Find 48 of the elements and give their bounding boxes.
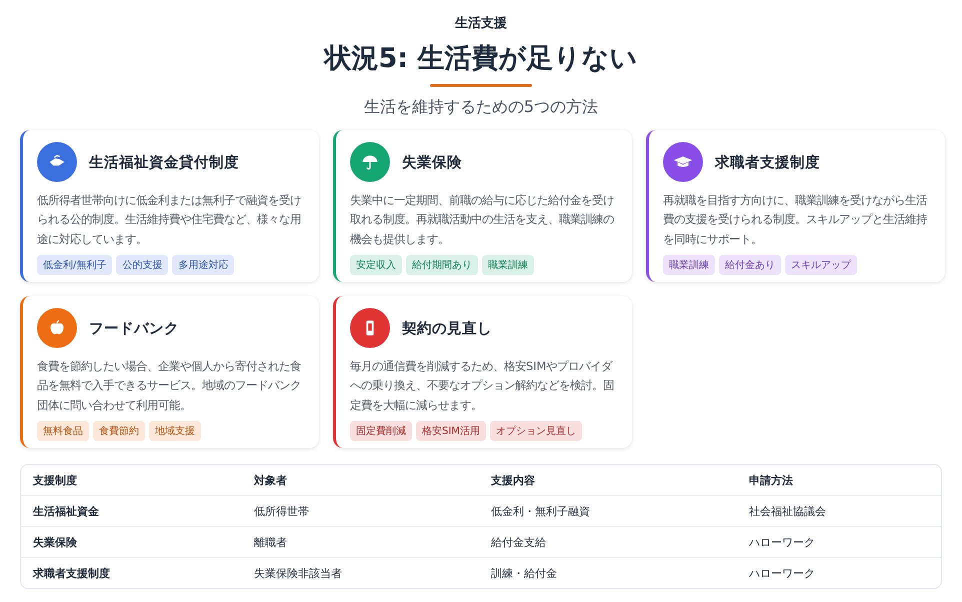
tag: 給付金あり [719,255,781,276]
phone-icon [350,308,390,348]
table-cell-text: ハローワーク [749,534,816,550]
table-cell-text: 給付金支給 [491,534,547,550]
tag: オプション見直し [490,421,582,442]
column-header: 支援制度 [33,472,78,488]
column-header: 支援内容 [491,472,536,488]
page-title: 状況5: 生活費が足りない [324,42,638,76]
table-cell-text: 低金利・無利子融資 [491,504,591,518]
tag: 職業訓練 [482,255,534,276]
tag: スキルアップ [785,255,857,276]
tag: 低金利/無利子 [37,255,112,276]
tag: 地域支援 [149,421,201,442]
page-subtitle: 生活を維持するための5つの方法 [364,97,598,118]
table-cell-text: 離職者 [254,534,288,550]
umbrella-icon [350,142,390,182]
graduation-cap-icon [663,142,703,182]
tag: 格安SIM活用 [416,421,486,442]
card-description: 食費を節約したい場合、企業や個人から寄付された食品を無料で入手できるサービス。地域のフードバンク団体に問い合わせて利用可能。 [37,359,302,414]
table-cell-text: 失業保険非該当者 [254,566,343,580]
card-title: フードバンク [89,320,179,338]
tag: 無料食品 [37,421,89,442]
column-header: 対象者 [254,472,288,488]
table-cell-text: 低所得世帯 [254,504,310,518]
table-cell-text: 生活福祉資金 [33,504,100,518]
card-title: 失業保険 [402,154,462,172]
card-description: 毎月の通信費を削減するため、格安SIMやプロバイダへの乗り換え、不要なオプション解約などを検討。固定費を大幅に減らせます。 [350,359,615,414]
table-cell-text: 訓練・給付金 [491,566,558,580]
category-label: 生活支援 [455,15,507,32]
table-cell-text: ハローワーク [749,566,816,580]
card-description: 低所得者世帯向けに低金利または無利子で融資を受けられる公的制度。生活維持費や住宅費など、様々な用途に対応しています。 [37,193,302,248]
card-title: 求職者支援制度 [715,153,820,172]
column-header: 申請方法 [749,472,794,488]
tag: 公的支援 [116,255,168,276]
card-description: 失業中に一定期間、前職の給与に応じた給付金を受け取れる制度。再就職活動中の生活を支え、職業訓練の機会も提供します。 [350,193,615,248]
card-title: 契約の見直し [402,320,492,338]
table-cell-text: 求職者支援制度 [33,566,111,580]
table-cell-text: 社会福祉協議会 [749,504,827,518]
card-title: 生活福祉資金貸付制度 [89,153,239,172]
card-description: 再就職を目指す方向けに、職業訓練を受けながら生活費の支援を受けられる制度。スキルアップと生活維持を同時にサポート。 [663,193,928,248]
tag: 給付期間あり [406,255,478,276]
tag: 安定収入 [350,255,402,276]
tag: 多用途対応 [172,255,234,276]
tag: 食費節約 [93,421,145,442]
apple-icon [37,308,77,348]
tag: 職業訓練 [663,255,715,276]
table-cell-text: 失業保険 [33,534,78,550]
tag: 固定費削減 [350,421,412,442]
